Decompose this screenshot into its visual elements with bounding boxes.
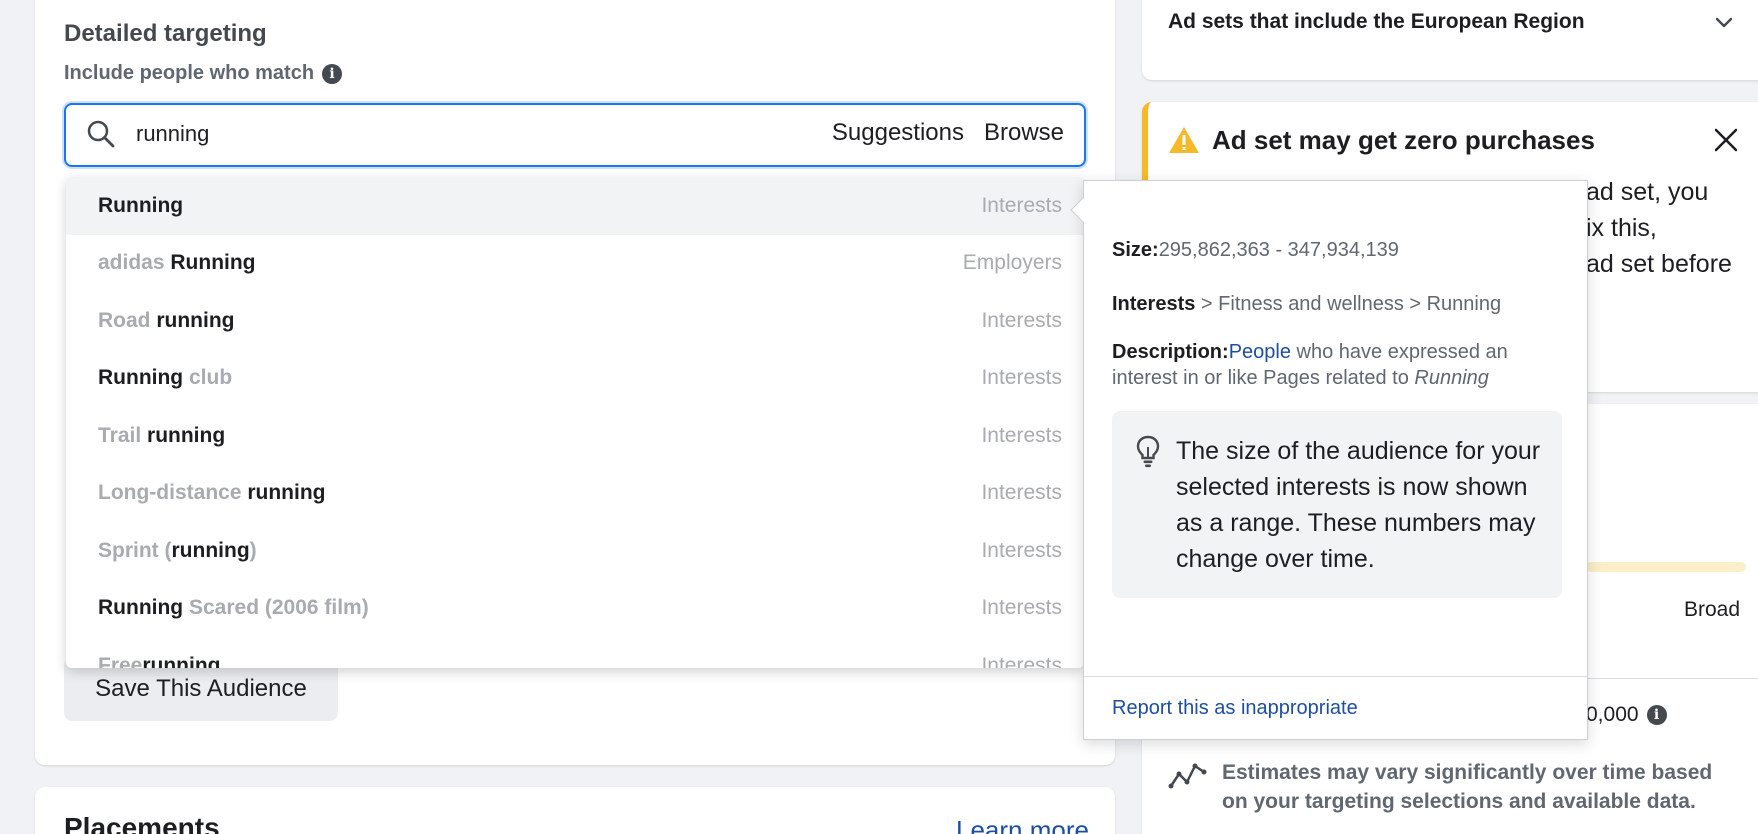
warning-body-line: ix this, xyxy=(1586,214,1657,242)
audience-size-value: 0,000 xyxy=(1586,703,1639,726)
audience-size-meter xyxy=(1586,562,1746,572)
search-result-item[interactable]: Sprint (running) Interests xyxy=(66,522,1084,580)
search-result-item[interactable]: Running club Interests xyxy=(66,350,1084,408)
result-name-post: ) xyxy=(249,538,257,562)
popover-divider xyxy=(1084,676,1587,677)
people-link[interactable]: People xyxy=(1229,341,1291,363)
lightbulb-icon xyxy=(1136,435,1160,468)
popover-description: Description:People who have expressed an… xyxy=(1112,339,1572,391)
interest-detail-popover: Size:295,862,363 - 347,934,139 Interests… xyxy=(1070,180,1588,740)
search-results-dropdown: Running Interests adidas Running Employers R… xyxy=(66,177,1084,668)
warning-body: ad set, you ix this, ad set before xyxy=(1586,174,1732,282)
result-category: Interests xyxy=(981,193,1062,217)
search-result-item[interactable]: Running Interests xyxy=(66,177,1084,235)
result-name-pre: Road xyxy=(98,308,157,332)
tip-text: The size of the audience for your select… xyxy=(1176,437,1541,573)
include-people-text: Include people who match xyxy=(64,62,315,84)
result-name: Running club xyxy=(98,366,232,390)
result-name: adidas Running xyxy=(98,251,256,275)
detailed-targeting-search[interactable]: Suggestions Browse xyxy=(64,103,1086,167)
result-name: Freerunning xyxy=(98,654,221,668)
warning-title: Ad set may get zero purchases xyxy=(1212,125,1595,155)
result-category: Interests xyxy=(981,366,1062,390)
path-rest: > Fitness and wellness > Running xyxy=(1195,293,1502,315)
chevron-down-icon[interactable] xyxy=(1712,10,1736,34)
search-icon xyxy=(87,120,115,148)
result-name-match: Running xyxy=(98,193,184,217)
european-region-label: Ad sets that include the European Region xyxy=(1168,10,1585,33)
result-name-pre: adidas xyxy=(98,251,171,275)
estimate-disclaimer: Estimates may vary significantly over ti… xyxy=(1222,761,1713,813)
result-name-match: Running xyxy=(98,366,184,390)
description-label: Description: xyxy=(1112,341,1229,363)
result-category: Interests xyxy=(981,481,1062,505)
search-result-item[interactable]: Road running Interests xyxy=(66,292,1084,350)
info-icon[interactable]: i xyxy=(1646,705,1667,725)
result-category: Interests xyxy=(981,653,1062,668)
result-name-match: running xyxy=(171,538,250,562)
result-name-pre: Long-distance xyxy=(98,481,248,505)
result-name-pre: Sprint ( xyxy=(98,538,172,562)
search-result-item[interactable]: Long-distance running Interests xyxy=(66,465,1084,523)
learn-more-link[interactable]: Learn more xyxy=(956,815,1089,834)
warning-body-line: ad set, you xyxy=(1586,178,1709,206)
result-category: Interests xyxy=(981,308,1062,332)
size-value: 295,862,363 - 347,934,139 xyxy=(1158,239,1399,261)
trend-line-icon xyxy=(1168,763,1207,789)
result-name: Long-distance running xyxy=(98,481,326,505)
search-result-item[interactable]: adidas Running Employers xyxy=(66,235,1084,293)
include-people-label: Include people who match i xyxy=(64,62,343,85)
result-name-post: Scared (2006 film) xyxy=(183,596,369,620)
description-topic: Running xyxy=(1414,367,1489,389)
path-root: Interests xyxy=(1112,293,1196,315)
result-name-pre: Free xyxy=(98,653,143,668)
result-name-post: club xyxy=(183,366,233,390)
result-category: Interests xyxy=(981,423,1062,447)
result-name: Running xyxy=(98,194,183,218)
info-icon[interactable]: i xyxy=(322,63,343,84)
result-name-match: Running xyxy=(98,596,184,620)
popover-tip-box: The size of the audience for your select… xyxy=(1112,411,1562,598)
result-name-match: running xyxy=(247,481,326,505)
close-icon[interactable] xyxy=(1712,126,1740,154)
placements-title: Placements xyxy=(64,812,220,834)
popover-interest-path: Interests > Fitness and wellness > Runni… xyxy=(1112,293,1501,316)
size-label: Size: xyxy=(1112,239,1159,261)
result-name-match: Running xyxy=(170,251,256,275)
search-result-item[interactable]: Running Scared (2006 film) Interests xyxy=(66,580,1084,638)
result-name: Sprint (running) xyxy=(98,539,257,563)
result-category: Interests xyxy=(981,538,1062,562)
result-name-match: running xyxy=(142,653,221,668)
result-name-match: running xyxy=(156,308,235,332)
result-category: Interests xyxy=(981,596,1062,620)
search-result-item[interactable]: Trail running Interests xyxy=(66,407,1084,465)
search-result-item[interactable]: Freerunning Interests xyxy=(66,637,1084,668)
popover-size: Size:295,862,363 - 347,934,139 xyxy=(1112,239,1399,262)
detailed-targeting-title: Detailed targeting xyxy=(64,20,267,47)
result-name: Road running xyxy=(98,309,235,333)
warning-icon xyxy=(1169,127,1199,153)
audience-broad-label: Broad xyxy=(1684,598,1741,621)
result-category: Employers xyxy=(962,251,1062,275)
estimated-audience-size: 0,000 i xyxy=(1586,703,1667,727)
report-inappropriate-link[interactable]: Report this as inappropriate xyxy=(1112,697,1358,720)
result-name: Trail running xyxy=(98,424,225,448)
warning-body-line: ad set before xyxy=(1586,250,1732,278)
suggestions-button[interactable]: Suggestions xyxy=(832,119,964,147)
result-name-match: running xyxy=(147,423,226,447)
browse-button[interactable]: Browse xyxy=(984,119,1064,147)
result-name: Running Scared (2006 film) xyxy=(98,596,369,620)
result-name-pre: Trail xyxy=(98,423,148,447)
search-input[interactable] xyxy=(136,119,656,149)
